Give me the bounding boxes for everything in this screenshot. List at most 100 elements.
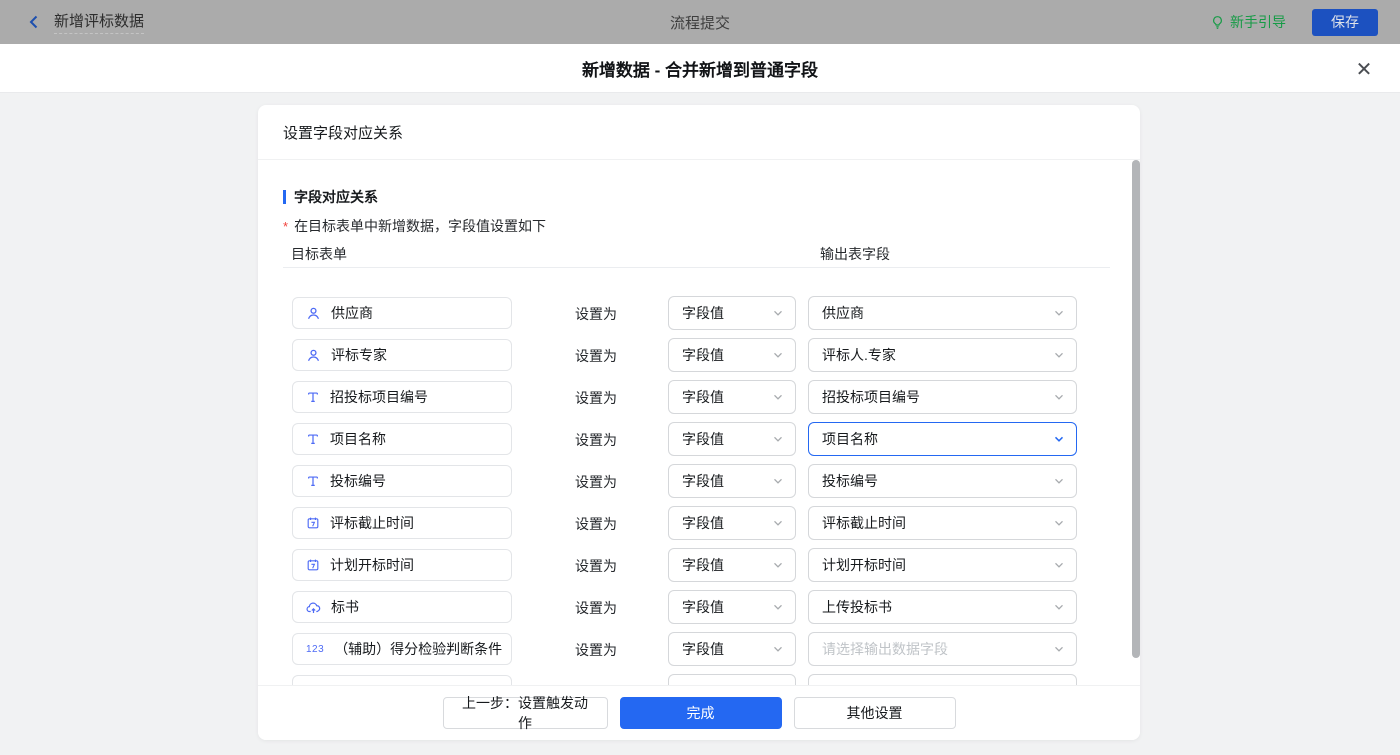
mapping-row: 项目名称 设置为 字段值 项目名称 [258,423,1140,455]
set-as-label: 设置为 [575,472,617,492]
output-field-select[interactable]: 供应商 [808,296,1077,330]
value-type-select[interactable]: 字段值 [668,422,796,456]
back-chevron-icon[interactable] [26,14,42,30]
output-field-select-focused[interactable]: 项目名称 [808,422,1077,456]
target-field-label: 投标编号 [330,471,386,491]
value-type-select[interactable]: 字段值 [668,632,796,666]
output-field-value: 评标人.专家 [822,345,896,365]
mapping-row: 投标编号 设置为 字段值 投标编号 [258,465,1140,497]
value-type-label: 字段值 [682,513,724,533]
chevron-down-icon [1053,601,1065,613]
chevron-down-icon [772,601,784,613]
required-asterisk: * [283,219,288,234]
value-type-select[interactable]: 字段值 [668,590,796,624]
calendar-icon [306,558,320,572]
mapping-row: 评标专家 设置为 字段值 评标人.专家 [258,339,1140,371]
output-field-select[interactable]: 评标截止时间 [808,506,1077,540]
value-type-select[interactable]: 字段值 [668,380,796,414]
value-type-label: 字段值 [682,429,724,449]
columns-divider [283,267,1110,268]
chevron-down-icon [772,559,784,571]
target-field-box[interactable]: 评标专家 [292,339,512,371]
section-accent-bar [283,190,286,204]
mapping-row: 评标截止时间 设置为 字段值 评标截止时间 [258,507,1140,539]
target-field-box[interactable]: 招投标项目编号 [292,381,512,413]
save-button[interactable]: 保存 [1312,9,1378,36]
output-field-value: 投标编号 [822,471,878,491]
target-field-label: （辅助）得分检验判断条件 [334,639,502,659]
lightbulb-icon [1210,15,1225,30]
value-type-select[interactable]: 字段值 [668,296,796,330]
target-field-label: 标书 [331,597,359,617]
set-as-label: 设置为 [575,640,617,660]
user-icon [306,348,321,363]
close-icon[interactable]: ✕ [1352,57,1376,81]
target-field-box[interactable]: 标书 [292,591,512,623]
back-nav[interactable]: 新增评标数据 [26,0,144,44]
set-as-label: 设置为 [575,556,617,576]
mapping-note: *在目标表单中新增数据，字段值设置如下 [283,216,546,236]
modal-header: 新增数据 - 合并新增到普通字段 ✕ [0,44,1400,93]
text-field-icon [306,474,320,488]
target-field-label: 供应商 [331,303,373,323]
chevron-down-icon [1053,517,1065,529]
modal-title: 新增数据 - 合并新增到普通字段 [582,56,818,81]
chevron-down-icon [772,475,784,487]
mapping-row: 招投标项目编号 设置为 字段值 招投标项目编号 [258,381,1140,413]
output-field-select[interactable]: 上传投标书 [808,590,1077,624]
value-type-select[interactable]: 字段值 [668,506,796,540]
vertical-scrollbar[interactable] [1132,160,1140,658]
output-field-select[interactable]: 计划开标时间 [808,548,1077,582]
output-field-select[interactable]: 招投标项目编号 [808,380,1077,414]
topbar-actions: 新手引导 保存 [1210,0,1378,44]
value-type-label: 字段值 [682,303,724,323]
target-field-box[interactable]: 供应商 [292,297,512,329]
target-field-label: 评标截止时间 [330,513,414,533]
target-field-box[interactable]: 计划开标时间 [292,549,512,581]
target-field-box[interactable]: 项目名称 [292,423,512,455]
previous-step-button[interactable]: 上一步：设置触发动作 [443,697,608,729]
target-field-box[interactable]: 123 （辅助）得分检验判断条件 [292,633,512,665]
card-header-title: 设置字段对应关系 [258,105,1140,160]
output-field-select[interactable]: 投标编号 [808,464,1077,498]
output-field-select[interactable]: 评标人.专家 [808,338,1077,372]
modal-body: 设置字段对应关系 字段对应关系 *在目标表单中新增数据，字段值设置如下 目标表单… [0,93,1400,755]
card-footer: 上一步：设置触发动作 完成 其他设置 [258,685,1140,740]
process-title: 流程提交 [0,0,1400,44]
set-as-label: 设置为 [575,598,617,618]
chevron-down-icon [1053,391,1065,403]
value-type-select[interactable]: 字段值 [668,338,796,372]
beginner-guide-link[interactable]: 新手引导 [1210,12,1286,32]
chevron-down-icon [772,517,784,529]
target-field-label: 招投标项目编号 [330,387,428,407]
mapping-row: 123 （辅助）得分检验判断条件 设置为 字段值 请选择输出数据字段 [258,633,1140,665]
output-field-value: 上传投标书 [822,597,892,617]
done-button[interactable]: 完成 [620,697,782,729]
value-type-label: 字段值 [682,555,724,575]
chevron-down-icon [772,307,784,319]
other-settings-button[interactable]: 其他设置 [794,697,956,729]
chevron-down-icon [772,391,784,403]
value-type-label: 字段值 [682,639,724,659]
value-type-select[interactable]: 字段值 [668,548,796,582]
target-field-box[interactable]: 评标截止时间 [292,507,512,539]
output-field-value: 计划开标时间 [822,555,906,575]
set-as-label: 设置为 [575,430,617,450]
output-field-value: 评标截止时间 [822,513,906,533]
chevron-down-icon [1053,559,1065,571]
target-field-label: 项目名称 [330,429,386,449]
target-field-label: 评标专家 [331,345,387,365]
section-title: 字段对应关系 [283,187,378,207]
set-as-label: 设置为 [575,346,617,366]
target-field-box[interactable]: 投标编号 [292,465,512,497]
output-field-select[interactable]: 请选择输出数据字段 [808,632,1077,666]
field-mapping-card: 设置字段对应关系 字段对应关系 *在目标表单中新增数据，字段值设置如下 目标表单… [258,105,1140,740]
output-field-value: 招投标项目编号 [822,387,920,407]
output-field-value: 项目名称 [822,429,878,449]
beginner-guide-label: 新手引导 [1230,12,1286,32]
cloud-upload-icon [306,600,321,615]
value-type-select[interactable]: 字段值 [668,464,796,498]
chevron-down-icon [1053,643,1065,655]
mapping-row: 供应商 设置为 字段值 供应商 [258,297,1140,329]
workflow-node-title: 新增评标数据 [54,10,144,34]
